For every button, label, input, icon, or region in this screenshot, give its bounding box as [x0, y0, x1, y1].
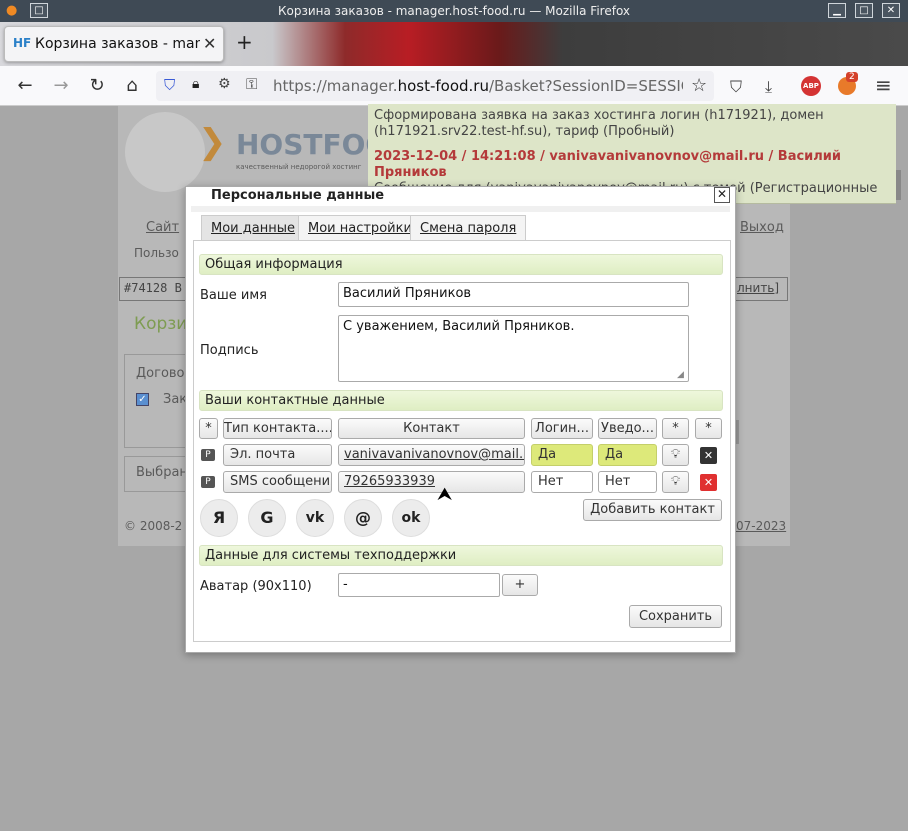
order-number: #74128 В	[119, 277, 189, 301]
lightbulb-icon[interactable]: 💡︎	[662, 471, 689, 493]
tab-close-icon[interactable]: ✕	[203, 34, 216, 53]
reload-icon[interactable]: ↻	[86, 75, 108, 96]
url-text[interactable]: https://manager.host-food.ru/Basket?Sess…	[273, 77, 683, 95]
col-header-star-1[interactable]: *	[199, 418, 218, 439]
lock-icon[interactable]: 🔒︎	[192, 76, 199, 92]
section-contacts: Ваши контактные данные	[199, 390, 723, 411]
col-header-star-3[interactable]: *	[695, 418, 722, 439]
close-window-button[interactable]: ✕	[882, 3, 900, 18]
priority-icon[interactable]: P	[201, 449, 215, 461]
mailru-icon[interactable]: @	[344, 499, 382, 537]
exit-link[interactable]: Выход	[740, 220, 784, 235]
contact-notify-email[interactable]: Да	[598, 444, 657, 466]
download-icon[interactable]: ⤓	[765, 77, 772, 97]
footer-left: © 2008-2	[124, 519, 183, 533]
dialog-header-strip	[191, 206, 730, 212]
fill-link[interactable]: лнить]	[734, 277, 788, 301]
minimize-button[interactable]: ▁	[828, 3, 846, 18]
back-icon[interactable]: ←	[14, 75, 36, 96]
yandex-icon[interactable]: Я	[200, 499, 238, 537]
contact-notify-sms[interactable]: Нет	[598, 471, 657, 493]
signature-textarea[interactable]: С уважением, Василий Пряников.	[338, 315, 689, 382]
forward-icon[interactable]: →	[50, 75, 72, 96]
notif-line-2: (h171921.srv22.test-hf.su), тариф (Пробн…	[374, 124, 675, 139]
lightbulb-icon[interactable]: 💡︎	[662, 444, 689, 466]
footer-right: 07-2023	[736, 519, 787, 533]
checkbox[interactable]: ✓	[136, 393, 149, 406]
logo-arrow-icon: ❯	[198, 122, 227, 162]
priority-icon[interactable]: P	[201, 476, 215, 488]
save-button[interactable]: Сохранить	[629, 605, 722, 628]
col-header-notify[interactable]: Уведо...	[598, 418, 657, 439]
col-header-star-2[interactable]: *	[662, 418, 689, 439]
app-menu-icon[interactable]: ≡	[875, 73, 892, 97]
contact-value-email[interactable]: vanivavanivanovnov@mail.ru	[338, 444, 525, 466]
section-general: Общая информация	[199, 254, 723, 275]
col-header-type[interactable]: Тип контакта....	[223, 418, 332, 439]
avatar-input[interactable]: -	[338, 573, 500, 597]
avatar-label: Аватар (90x110)	[200, 579, 312, 594]
contact-login-sms[interactable]: Нет	[531, 471, 593, 493]
col-header-contact[interactable]: Контакт	[338, 418, 525, 439]
vk-icon[interactable]: vk	[296, 499, 334, 537]
checkbox-label: Зак	[163, 392, 188, 407]
bookmark-star-icon[interactable]: ☆	[691, 75, 707, 96]
window-titlebar: ● □ Корзина заказов - manager.host-food.…	[0, 0, 908, 22]
resize-handle-icon[interactable]: ◢	[677, 370, 684, 380]
logo-tagline: качественный недорогой хостинг	[236, 163, 362, 171]
site-link[interactable]: Сайт	[146, 220, 179, 235]
signature-label: Подпись	[200, 343, 259, 358]
name-input[interactable]: Василий Пряников	[338, 282, 689, 307]
tab-title: Корзина заказов - manager	[35, 36, 200, 52]
permissions-icon[interactable]: ⚙	[218, 76, 231, 92]
tab-my-settings[interactable]: Мои настройки	[298, 215, 422, 240]
url-bar[interactable]: ⛉ 🔒︎ ⚙ ⚿ https://manager.host-food.ru/Ba…	[156, 71, 714, 101]
pocket-icon[interactable]: ⛉	[730, 77, 742, 97]
tab-my-data[interactable]: Мои данные	[201, 215, 305, 240]
notif-line-1: Сформирована заявка на заказ хостинга ло…	[374, 108, 824, 123]
adblock-icon[interactable]: ABP	[801, 76, 821, 96]
name-label: Ваше имя	[200, 288, 267, 303]
google-icon[interactable]: G	[248, 499, 286, 537]
dialog-close-button[interactable]: ✕	[714, 187, 730, 203]
delete-contact-icon[interactable]: ✕	[700, 474, 717, 491]
browser-tab[interactable]: HF Корзина заказов - manager ✕	[4, 26, 224, 62]
notif-scrollbar[interactable]	[896, 170, 901, 200]
chosen-label: Выбран	[136, 465, 188, 480]
home-icon[interactable]: ⌂	[121, 75, 143, 96]
key-icon[interactable]: ⚿	[246, 75, 257, 93]
tab-change-password[interactable]: Смена пароля	[410, 215, 527, 240]
window-title: Корзина заказов - manager.host-food.ru —…	[277, 4, 631, 18]
add-contact-button[interactable]: Добавить контакт	[583, 499, 722, 521]
shield-icon[interactable]: ⛉	[164, 76, 175, 94]
site-logo: HOSTFOO	[236, 128, 390, 161]
contact-value-sms[interactable]: 79265933939	[338, 471, 525, 493]
contact-type-email[interactable]: Эл. почта	[223, 444, 332, 466]
new-tab-button[interactable]: +	[236, 30, 253, 54]
contact-login-email[interactable]: Да	[531, 444, 593, 466]
col-header-login[interactable]: Логин...	[531, 418, 593, 439]
logo-circle-icon	[125, 112, 205, 192]
avatar-add-button[interactable]: +	[502, 574, 538, 596]
odnoklassniki-icon[interactable]: ok	[392, 499, 430, 537]
dialog-title: Персональные данные	[211, 188, 385, 203]
site-favicon-icon: HF	[13, 36, 32, 50]
contact-type-sms[interactable]: SMS сообщения	[223, 471, 332, 493]
extension-badge: 2	[846, 72, 858, 82]
user-label: Пользо	[134, 246, 179, 260]
delete-contact-icon[interactable]: ✕	[700, 447, 717, 464]
notif-meta: 2023-12-04 / 14:21:08 / vanivavanivanovn…	[374, 149, 842, 180]
maximize-button[interactable]: □	[855, 3, 873, 18]
section-support: Данные для системы техподдержки	[199, 545, 723, 566]
mouse-cursor-icon: ⮝	[437, 484, 453, 505]
